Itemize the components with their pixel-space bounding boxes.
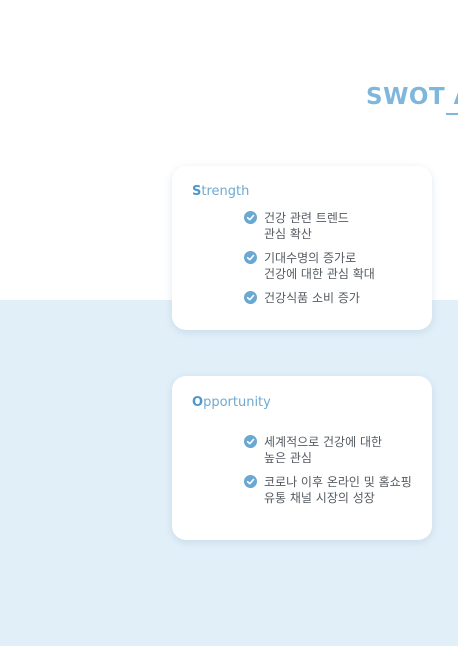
strength-title-rest: trength <box>201 184 250 199</box>
check-circle-icon <box>244 211 257 224</box>
check-circle-icon <box>244 435 257 448</box>
page-title: SWOT A <box>366 84 458 110</box>
check-circle-icon <box>244 291 257 304</box>
opportunity-list: 세계적으로 건강에 대한 높은 관심 코로나 이후 온라인 및 홈쇼핑 유통 채… <box>244 434 412 514</box>
strength-title: Strength <box>192 184 249 199</box>
strength-card: Strength 건강 관련 트렌드 관심 확산 기대수명의 증가로 건강에 대… <box>172 166 432 330</box>
opportunity-item-text: 세계적으로 건강에 대한 높은 관심 <box>264 435 383 465</box>
strength-item: 건강식품 소비 증가 <box>244 290 375 306</box>
strength-item-text: 건강 관련 트렌드 관심 확산 <box>264 211 349 241</box>
opportunity-item: 세계적으로 건강에 대한 높은 관심 <box>244 434 412 466</box>
strength-item: 기대수명의 증가로 건강에 대한 관심 확대 <box>244 250 375 282</box>
opportunity-title: Opportunity <box>192 395 271 410</box>
opportunity-item: 코로나 이후 온라인 및 홈쇼핑 유통 채널 시장의 성장 <box>244 474 412 506</box>
opportunity-title-rest: pportunity <box>203 395 271 410</box>
strength-item-text: 건강식품 소비 증가 <box>264 291 360 305</box>
title-underline <box>446 113 458 115</box>
opportunity-title-initial: O <box>192 395 204 410</box>
strength-title-initial: S <box>192 184 202 199</box>
opportunity-item-text: 코로나 이후 온라인 및 홈쇼핑 유통 채널 시장의 성장 <box>264 475 412 505</box>
strength-item-text: 기대수명의 증가로 건강에 대한 관심 확대 <box>264 251 375 281</box>
opportunity-card: Opportunity 세계적으로 건강에 대한 높은 관심 코로나 이후 온라… <box>172 376 432 540</box>
check-circle-icon <box>244 475 257 488</box>
check-circle-icon <box>244 251 257 264</box>
strength-item: 건강 관련 트렌드 관심 확산 <box>244 210 375 242</box>
strength-list: 건강 관련 트렌드 관심 확산 기대수명의 증가로 건강에 대한 관심 확대 건… <box>244 210 375 314</box>
